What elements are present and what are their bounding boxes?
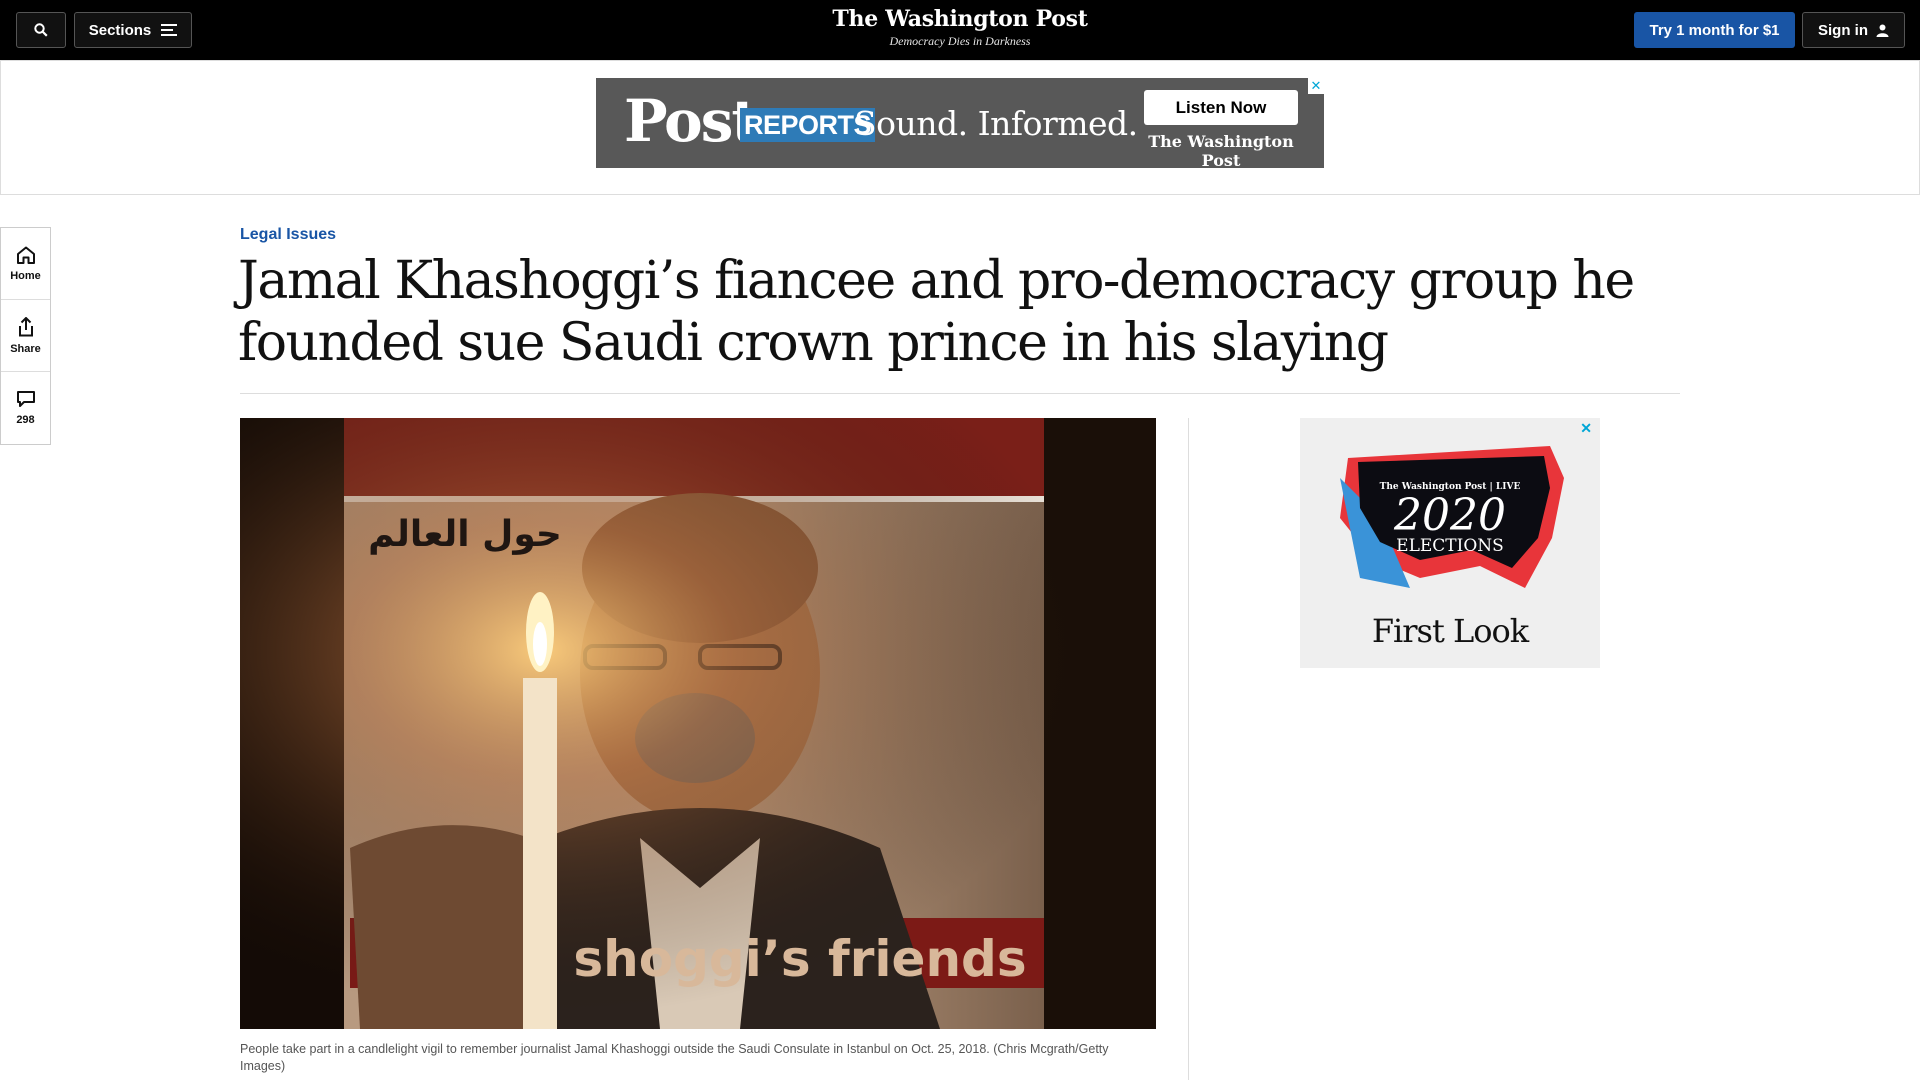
subscribe-button[interactable]: Try 1 month for $1 bbox=[1634, 12, 1795, 48]
sections-label: Sections bbox=[88, 21, 152, 39]
rail-share-label: Share bbox=[10, 342, 41, 355]
post-reports-ad[interactable]: Post REPORTS Sound. Informed. Listen Now… bbox=[596, 78, 1324, 170]
tagline: Democracy Dies in Darkness bbox=[889, 34, 1031, 48]
vigil-photo-illustration: حول العالم shoggi’s friends bbox=[240, 418, 1156, 1029]
photo-caption: People take part in a candlelight vigil … bbox=[240, 1042, 1109, 1073]
search-icon bbox=[34, 23, 48, 37]
share-icon bbox=[18, 316, 33, 336]
ad-slogan: Sound. Informed. bbox=[854, 104, 1138, 143]
article-headline: Jamal Khashoggi’s fiancee and pro-democr… bbox=[238, 251, 1635, 373]
ad-close-icon[interactable]: ✕ bbox=[1580, 420, 1592, 437]
search-button[interactable] bbox=[16, 12, 66, 48]
rail-comments-count: 298 bbox=[16, 414, 35, 426]
ad-post-wordmark: Post bbox=[624, 87, 758, 155]
section-kicker-link[interactable]: Legal Issues bbox=[240, 226, 336, 244]
menu-icon bbox=[161, 24, 178, 36]
site-logo[interactable]: The Washington Post Democracy Dies in Da… bbox=[760, 6, 1160, 49]
poster-bottom-text: shoggi’s friends bbox=[573, 930, 1026, 988]
comment-icon bbox=[16, 391, 35, 407]
left-action-rail: Home Share 298 bbox=[0, 227, 51, 445]
sign-in-button[interactable]: Sign in bbox=[1802, 12, 1905, 48]
elections-ad[interactable]: The Washington Post | LIVE 2020 ELECTION… bbox=[1300, 418, 1600, 668]
ad-elections-label: ELECTIONS bbox=[1396, 536, 1504, 556]
top-navigation-bar: Sections The Washington Post Democracy D… bbox=[0, 0, 1920, 60]
ad-publisher-logo: The Washington Post bbox=[1148, 132, 1294, 170]
home-icon bbox=[16, 246, 35, 264]
lead-photo[interactable]: حول العالم shoggi’s friends bbox=[240, 418, 1156, 1029]
logo-text: The Washington Post bbox=[832, 6, 1088, 32]
poster-arabic-text: حول العالم bbox=[368, 514, 562, 555]
listen-now-button[interactable]: Listen Now bbox=[1144, 90, 1298, 125]
headline-divider bbox=[240, 393, 1680, 394]
rail-home[interactable]: Home bbox=[1, 228, 50, 300]
ad-first-look: First Look bbox=[1371, 612, 1529, 650]
rail-share[interactable]: Share bbox=[1, 300, 50, 372]
ad-year: 2020 bbox=[1394, 490, 1506, 541]
user-icon bbox=[1876, 24, 1889, 37]
ad-close-icon[interactable]: ✕ bbox=[1308, 78, 1324, 94]
rail-home-label: Home bbox=[10, 269, 41, 282]
sign-in-label: Sign in bbox=[1818, 21, 1868, 39]
column-divider bbox=[1188, 418, 1189, 1080]
sections-menu-button[interactable]: Sections bbox=[74, 12, 192, 48]
rail-comments[interactable]: 298 bbox=[1, 372, 50, 444]
